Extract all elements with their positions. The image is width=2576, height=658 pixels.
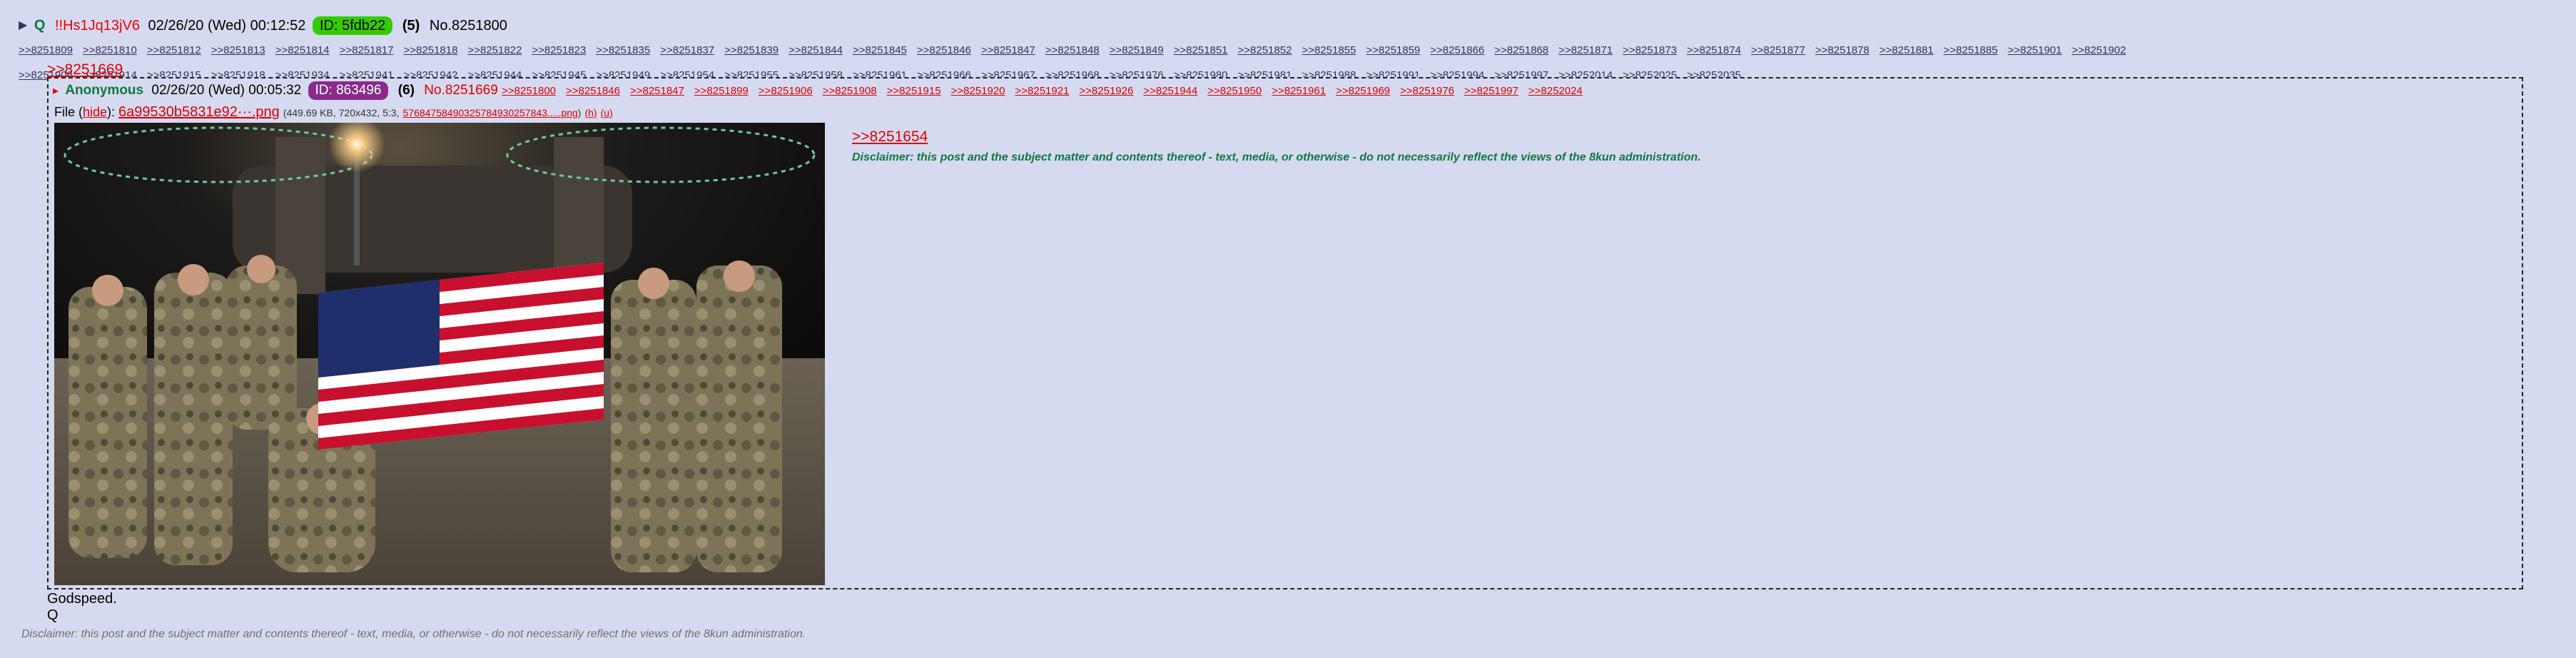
file-info: File (hide): 6a99530b5831e92···.png (449…: [54, 103, 613, 122]
post-message: Godspeed. Q: [47, 591, 117, 624]
backlink[interactable]: >>8251885: [1944, 44, 1998, 56]
backlink[interactable]: >>8251823: [532, 44, 586, 56]
backlink[interactable]: >>8251848: [1045, 44, 1100, 56]
backlink[interactable]: >>8251920: [951, 85, 1005, 97]
backlink[interactable]: >>8251873: [1623, 44, 1677, 56]
backlink[interactable]: >>8251844: [788, 44, 843, 56]
backlink[interactable]: >>8251969: [1336, 85, 1390, 97]
file-name-link[interactable]: 6a99530b5831e92···.png: [118, 104, 280, 120]
reply-disclaimer: Disclaimer: this post and the subject ma…: [852, 151, 1701, 163]
thread-container: ▶ Q !!Hs1Jq13jV6 02/26/20 (Wed) 00:12:52…: [0, 0, 2576, 658]
backlink[interactable]: >>8251818: [404, 44, 458, 56]
backlink[interactable]: >>8251847: [630, 85, 684, 97]
backlink[interactable]: >>8251899: [694, 85, 749, 97]
file-meta: (449.69 KB, 720x432, 5:3,: [283, 107, 400, 118]
backlink[interactable]: >>8251868: [1494, 44, 1548, 56]
reply-date: 02/26/20 (Wed) 00:05:32: [151, 83, 302, 98]
tripcode: !!Hs1Jq13jV6: [55, 17, 140, 34]
backlink[interactable]: >>8251810: [83, 44, 137, 56]
attached-image[interactable]: [54, 123, 825, 585]
backlink[interactable]: >>8251847: [981, 44, 1035, 56]
backlink[interactable]: >>8251849: [1110, 44, 1164, 56]
backlink[interactable]: >>8251926: [1079, 85, 1133, 97]
triangle-right-icon[interactable]: ▶: [19, 19, 27, 31]
backlink[interactable]: >>8251881: [1880, 44, 1934, 56]
backlink[interactable]: >>8251915: [887, 85, 941, 97]
backlink[interactable]: >>8251813: [211, 44, 265, 56]
quoted-reply-post: ▸ Anonymous 02/26/20 (Wed) 00:05:32 ID: …: [47, 77, 2523, 589]
backlink[interactable]: >>8251950: [1207, 85, 1262, 97]
backlink[interactable]: >>8251874: [1687, 44, 1741, 56]
post-date: 02/26/20 (Wed) 00:12:52: [148, 17, 306, 34]
backlink[interactable]: >>8251944: [1143, 85, 1197, 97]
file-label: File (: [54, 105, 83, 119]
backlink[interactable]: >>8251855: [1302, 44, 1356, 56]
message-line: Godspeed.: [47, 591, 117, 607]
backlink[interactable]: >>8251809: [19, 44, 73, 56]
backlink[interactable]: >>8251822: [467, 44, 522, 56]
backlink[interactable]: >>8251812: [147, 44, 201, 56]
triangle-right-icon[interactable]: ▸: [53, 85, 59, 97]
backlink[interactable]: >>8251846: [917, 44, 971, 56]
backlink[interactable]: >>8251997: [1464, 85, 1518, 97]
soldiers-flag-photo: [54, 123, 825, 585]
backlink[interactable]: >>8251878: [1815, 44, 1870, 56]
hide-file-link[interactable]: hide: [83, 105, 107, 119]
reply-backlinks: >>8251800 >>8251846 >>8251847 >>8251899 >>82…: [502, 83, 1593, 98]
file-h-link[interactable]: (h): [584, 107, 597, 118]
file-label-sep: ):: [107, 105, 119, 119]
poster-name: Q: [34, 17, 46, 34]
backlink[interactable]: >>8251817: [340, 44, 394, 56]
backlink[interactable]: >>8251871: [1558, 44, 1613, 56]
quote-link[interactable]: >>8251654: [852, 128, 928, 146]
backlink[interactable]: >>8251839: [724, 44, 779, 56]
backlink[interactable]: >>8251800: [502, 85, 556, 97]
backlink[interactable]: >>8252024: [1528, 85, 1583, 97]
poster-id-badge[interactable]: ID: 5fdb22: [313, 16, 393, 35]
file-full-name-link[interactable]: 57684758490325784930257843.....png: [403, 107, 578, 118]
backlink[interactable]: >>8251846: [566, 85, 620, 97]
backlink[interactable]: >>8251976: [1400, 85, 1454, 97]
backlink[interactable]: >>8251814: [275, 44, 330, 56]
backlink[interactable]: >>8251961: [1272, 85, 1326, 97]
reply-header: ▸ Anonymous 02/26/20 (Wed) 00:05:32 ID: …: [53, 80, 2507, 102]
backlink[interactable]: >>8251902: [2072, 44, 2126, 56]
backlink[interactable]: >>8251859: [1366, 44, 1420, 56]
reply-count: (5): [402, 17, 420, 34]
reply-post-number-link[interactable]: No.8251669: [424, 83, 498, 98]
backlink[interactable]: >>8251866: [1430, 44, 1484, 56]
backlink[interactable]: >>8251921: [1015, 85, 1069, 97]
backlink[interactable]: >>8251835: [596, 44, 650, 56]
file-meta-end: ): [577, 107, 582, 118]
message-line: Q: [47, 607, 59, 623]
backlink[interactable]: >>8251906: [759, 85, 813, 97]
backlinks-row-1: >>8251809 >>8251810 >>8251812 >>8251813 >>82…: [19, 42, 2136, 58]
footer-disclaimer: Disclaimer: this post and the subject ma…: [21, 628, 806, 640]
file-u-link[interactable]: (u): [601, 107, 613, 118]
reply-poster-name: Anonymous: [65, 83, 144, 98]
backlink[interactable]: >>8251851: [1174, 44, 1228, 56]
backlink[interactable]: >>8251845: [853, 44, 907, 56]
backlink[interactable]: >>8251877: [1751, 44, 1805, 56]
backlink[interactable]: >>8251908: [823, 85, 877, 97]
backlink[interactable]: >>8251852: [1238, 44, 1292, 56]
post-number-link[interactable]: No.8251800: [430, 18, 507, 34]
reply-reply-count: (6): [397, 83, 415, 98]
backlink[interactable]: >>8251901: [2008, 44, 2062, 56]
backlink[interactable]: >>8251837: [660, 44, 714, 56]
reply-id-badge[interactable]: ID: 863496: [308, 81, 389, 100]
reply-reference-link[interactable]: >>8251669: [47, 61, 123, 79]
